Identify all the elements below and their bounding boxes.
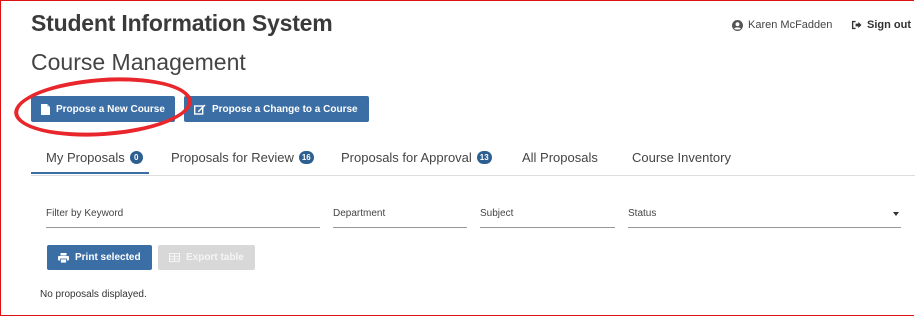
- tab-my-proposals[interactable]: My Proposals 0: [31, 150, 149, 174]
- signout-label: Sign out: [867, 19, 911, 31]
- tab-label: Proposals for Approval: [341, 150, 472, 165]
- department-placeholder: Department: [333, 208, 386, 219]
- tab-label: My Proposals: [46, 150, 125, 165]
- status-select[interactable]: Status: [628, 208, 901, 228]
- keyword-placeholder: Filter by Keyword: [46, 208, 124, 219]
- tab-all-proposals[interactable]: All Proposals: [522, 150, 598, 165]
- tab-label: Proposals for Review: [171, 150, 294, 165]
- printer-icon: [58, 252, 69, 263]
- export-table-button[interactable]: Export table: [158, 245, 255, 270]
- proposal-tabs: My Proposals 0 Proposals for Review 16 P…: [31, 142, 915, 176]
- propose-change-button[interactable]: Propose a Change to a Course: [184, 96, 369, 122]
- subject-placeholder: Subject: [480, 208, 514, 219]
- tab-label: All Proposals: [522, 150, 598, 165]
- status-placeholder: Status: [628, 208, 657, 219]
- user-icon: [732, 19, 743, 31]
- keyword-filter-input[interactable]: Filter by Keyword: [46, 208, 320, 228]
- print-selected-button[interactable]: Print selected: [47, 245, 152, 270]
- count-badge: 0: [129, 151, 143, 164]
- export-table-label: Export table: [186, 252, 244, 263]
- tab-course-inventory[interactable]: Course Inventory: [632, 150, 731, 165]
- count-badge: 13: [476, 151, 492, 164]
- tab-proposals-for-review[interactable]: Proposals for Review 16: [171, 150, 314, 165]
- app-title: Student Information System: [31, 10, 333, 36]
- user-menu[interactable]: Karen McFadden: [732, 19, 832, 31]
- count-badge: 16: [298, 151, 314, 164]
- empty-state-message: No proposals displayed.: [40, 289, 147, 300]
- page-title: Course Management: [31, 49, 246, 75]
- edit-icon: [194, 104, 206, 115]
- subject-field[interactable]: Subject: [480, 208, 615, 228]
- tab-label: Course Inventory: [632, 150, 731, 165]
- table-icon: [169, 253, 180, 262]
- user-name: Karen McFadden: [748, 19, 833, 31]
- signout-link[interactable]: Sign out: [851, 19, 911, 31]
- dropdown-caret-icon: [893, 212, 899, 216]
- print-selected-label: Print selected: [75, 252, 141, 263]
- tab-proposals-for-approval[interactable]: Proposals for Approval 13: [341, 150, 492, 165]
- propose-change-label: Propose a Change to a Course: [212, 103, 358, 115]
- signout-icon: [851, 20, 862, 30]
- department-field[interactable]: Department: [333, 208, 467, 228]
